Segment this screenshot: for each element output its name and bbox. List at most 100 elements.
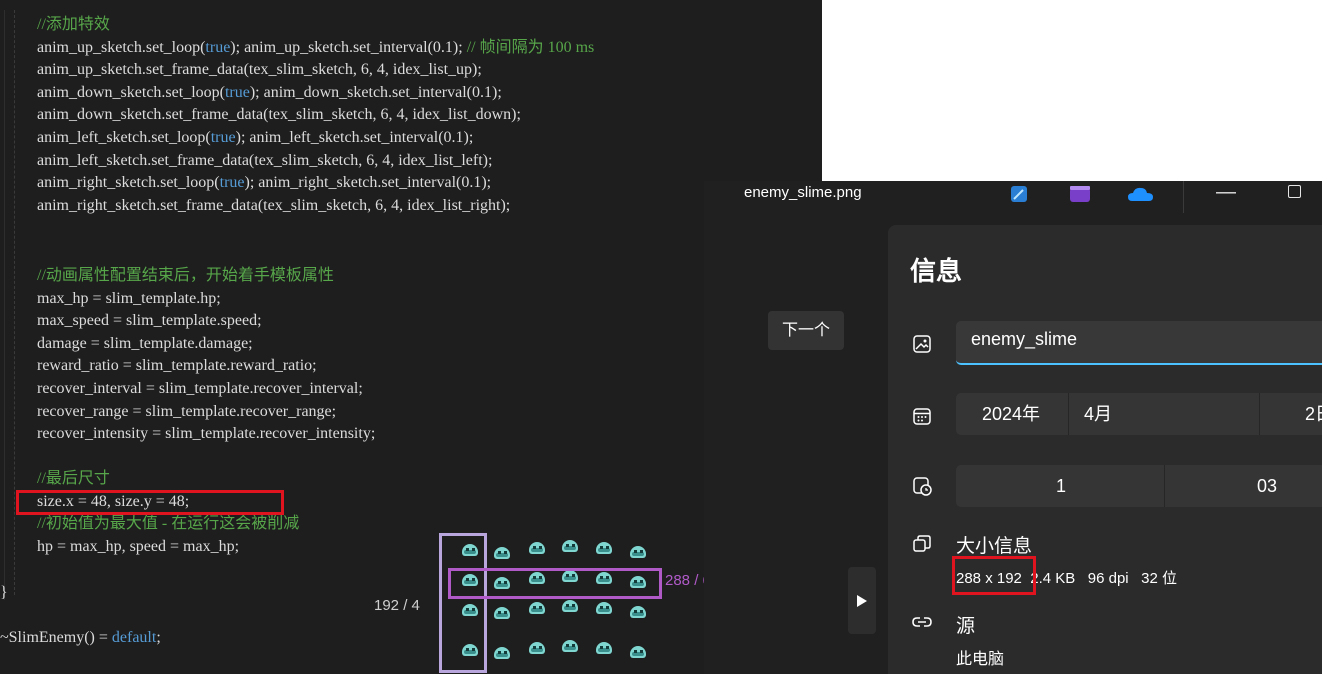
file-meta: 2.4 KB 96 dpi 32 位 — [1021, 570, 1177, 587]
code-line[interactable]: //动画属性配置结束后，开始着手模板属性 — [37, 265, 375, 288]
clipchamp-icon[interactable] — [1068, 183, 1092, 210]
height-annotation: 192 / 4 — [374, 597, 420, 614]
indent-guide-outer — [4, 10, 5, 600]
slime-sprite-frame — [628, 644, 648, 658]
size-highlight-box — [16, 490, 284, 515]
slime-sprite-frame — [560, 638, 580, 652]
info-panel: 信息 enemy_slime 2024年 4月 2日 1 03 大小信息 288… — [888, 225, 1322, 674]
code-keyword: true — [219, 174, 245, 192]
code-text: max_speed = slim_template.speed; — [37, 312, 262, 330]
code-text: ); anim_right_sketch.set_interval(0.1); — [244, 174, 492, 192]
code-text: damage = slim_template.damage; — [37, 334, 253, 352]
code-line[interactable]: anim_up_sketch.set_loop(true); anim_up_s… — [37, 37, 594, 60]
code-text: anim_down_sketch.set_loop( — [37, 83, 225, 101]
minimize-button[interactable]: — — [1216, 181, 1236, 204]
calendar-icon — [912, 406, 932, 426]
code-line[interactable]: reward_ratio = slim_template.reward_rati… — [37, 355, 375, 378]
code-line[interactable]: max_hp = slim_template.hp; — [37, 288, 375, 311]
code-line[interactable]: damage = slim_template.damage; — [37, 333, 375, 356]
titlebar-separator — [1183, 181, 1184, 213]
code-text: anim_left_sketch.set_loop( — [37, 128, 211, 146]
code-line[interactable]: anim_left_sketch.set_loop(true); anim_le… — [37, 127, 594, 150]
time-divider — [1164, 465, 1165, 507]
code-line[interactable]: anim_right_sketch.set_loop(true); anim_r… — [37, 172, 594, 195]
slime-sprite-frame — [492, 645, 512, 659]
row-highlight-box — [448, 568, 662, 599]
destructor-name: ~SlimEnemy() = — [0, 629, 112, 646]
code-block-animation[interactable]: //添加特效 anim_up_sketch.set_loop(true); ani… — [37, 14, 594, 217]
column-highlight-box — [439, 533, 487, 673]
date-year[interactable]: 2024年 — [982, 393, 1040, 435]
code-comment: //添加特效 — [37, 16, 110, 33]
slime-sprite-frame — [594, 640, 614, 654]
slideshow-play-button[interactable] — [848, 567, 876, 634]
code-text: ); anim_down_sketch.set_interval(0.1); — [249, 83, 502, 101]
destructor-line[interactable]: ~SlimEnemy() = default; — [0, 629, 161, 647]
file-name-field[interactable]: enemy_slime — [956, 321, 1322, 365]
code-text: ); anim_left_sketch.set_interval(0.1); — [235, 128, 474, 146]
code-text: recover_intensity = slim_template.recove… — [37, 425, 376, 443]
closing-brace: } — [0, 584, 8, 601]
slime-sprite-frame — [527, 640, 547, 654]
code-line[interactable]: //最后尺寸 — [37, 468, 299, 491]
size-info-title: 大小信息 — [956, 536, 1033, 557]
code-text: ); anim_up_sketch.set_interval(0.1); — [230, 38, 467, 56]
code-text: anim_right_sketch.set_frame_data(tex_sli… — [37, 196, 511, 214]
time-hour[interactable]: 1 — [1056, 465, 1066, 507]
code-text: anim_left_sketch.set_frame_data(tex_slim… — [37, 151, 493, 169]
code-line[interactable]: anim_left_sketch.set_frame_data(tex_slim… — [37, 150, 594, 173]
code-comment: //最后尺寸 — [37, 470, 110, 487]
source-title: 源 — [956, 616, 976, 637]
code-keyword: true — [205, 38, 231, 56]
code-line[interactable]: //初始值为最大值 - 在运行这会被削减 — [37, 513, 299, 536]
window-title: enemy_slime.png — [744, 184, 862, 201]
code-comment: // 帧间隔为 100 ms — [466, 38, 595, 56]
link-icon — [912, 612, 932, 632]
source-value: 此电脑 — [956, 651, 1005, 668]
time-picker[interactable]: 1 03 — [956, 465, 1322, 507]
slime-sprite-frame — [492, 605, 512, 619]
slime-sprite-frame — [560, 598, 580, 612]
code-line[interactable]: anim_down_sketch.set_frame_data(tex_slim… — [37, 104, 594, 127]
slime-sprite-frame — [527, 540, 547, 554]
code-comment: //动画属性配置结束后，开始着手模板属性 — [37, 267, 334, 284]
sprite-sheet-preview — [432, 531, 722, 674]
next-button[interactable]: 下一个 — [768, 311, 844, 350]
code-line[interactable]: //添加特效 — [37, 14, 594, 37]
dimensions-highlight-box — [952, 556, 1036, 595]
maximize-button[interactable] — [1288, 185, 1301, 198]
clock-calendar-icon — [912, 476, 932, 496]
indent-guide — [14, 10, 15, 595]
code-text: anim_up_sketch.set_frame_data(tex_slim_s… — [37, 61, 482, 79]
time-minute[interactable]: 03 — [1257, 465, 1277, 507]
code-text: recover_range = slim_template.recover_ra… — [37, 402, 337, 420]
code-text: anim_up_sketch.set_loop( — [37, 38, 206, 56]
code-text: anim_right_sketch.set_loop( — [37, 174, 220, 192]
info-title: 信息 — [910, 256, 963, 286]
code-line[interactable]: anim_down_sketch.set_loop(true); anim_do… — [37, 82, 594, 105]
slime-sprite-frame — [594, 540, 614, 554]
code-block-template[interactable]: //动画属性配置结束后，开始着手模板属性 max_hp = slim_templa… — [37, 265, 375, 446]
date-month[interactable]: 4月 — [1084, 393, 1112, 435]
edit-icon[interactable] — [1008, 183, 1030, 210]
date-day[interactable]: 2日 — [1305, 393, 1322, 435]
code-keyword: true — [224, 83, 250, 101]
code-line[interactable]: anim_right_sketch.set_frame_data(tex_sli… — [37, 195, 594, 218]
code-text: hp = max_hp, speed = max_hp; — [37, 537, 240, 555]
code-line[interactable]: recover_interval = slim_template.recover… — [37, 378, 375, 401]
code-line[interactable]: recover_range = slim_template.recover_ra… — [37, 401, 375, 424]
code-text: reward_ratio = slim_template.reward_rati… — [37, 357, 317, 375]
code-line[interactable]: recover_intensity = slim_template.recove… — [37, 423, 375, 446]
slime-sprite-frame — [628, 604, 648, 618]
play-icon — [857, 595, 867, 607]
onedrive-icon[interactable] — [1126, 183, 1156, 210]
slime-sprite-frame — [492, 545, 512, 559]
file-size-icon — [912, 534, 932, 554]
photos-app-window: enemy_slime.png — 下一个 信息 enemy_slime 202… — [704, 181, 1322, 674]
slime-sprite-frame — [527, 600, 547, 614]
code-text: max_hp = slim_template.hp; — [37, 289, 221, 307]
date-picker[interactable]: 2024年 4月 2日 — [956, 393, 1322, 435]
code-line[interactable]: max_speed = slim_template.speed; — [37, 310, 375, 333]
code-line[interactable]: hp = max_hp, speed = max_hp; — [37, 536, 299, 559]
code-line[interactable]: anim_up_sketch.set_frame_data(tex_slim_s… — [37, 59, 594, 82]
